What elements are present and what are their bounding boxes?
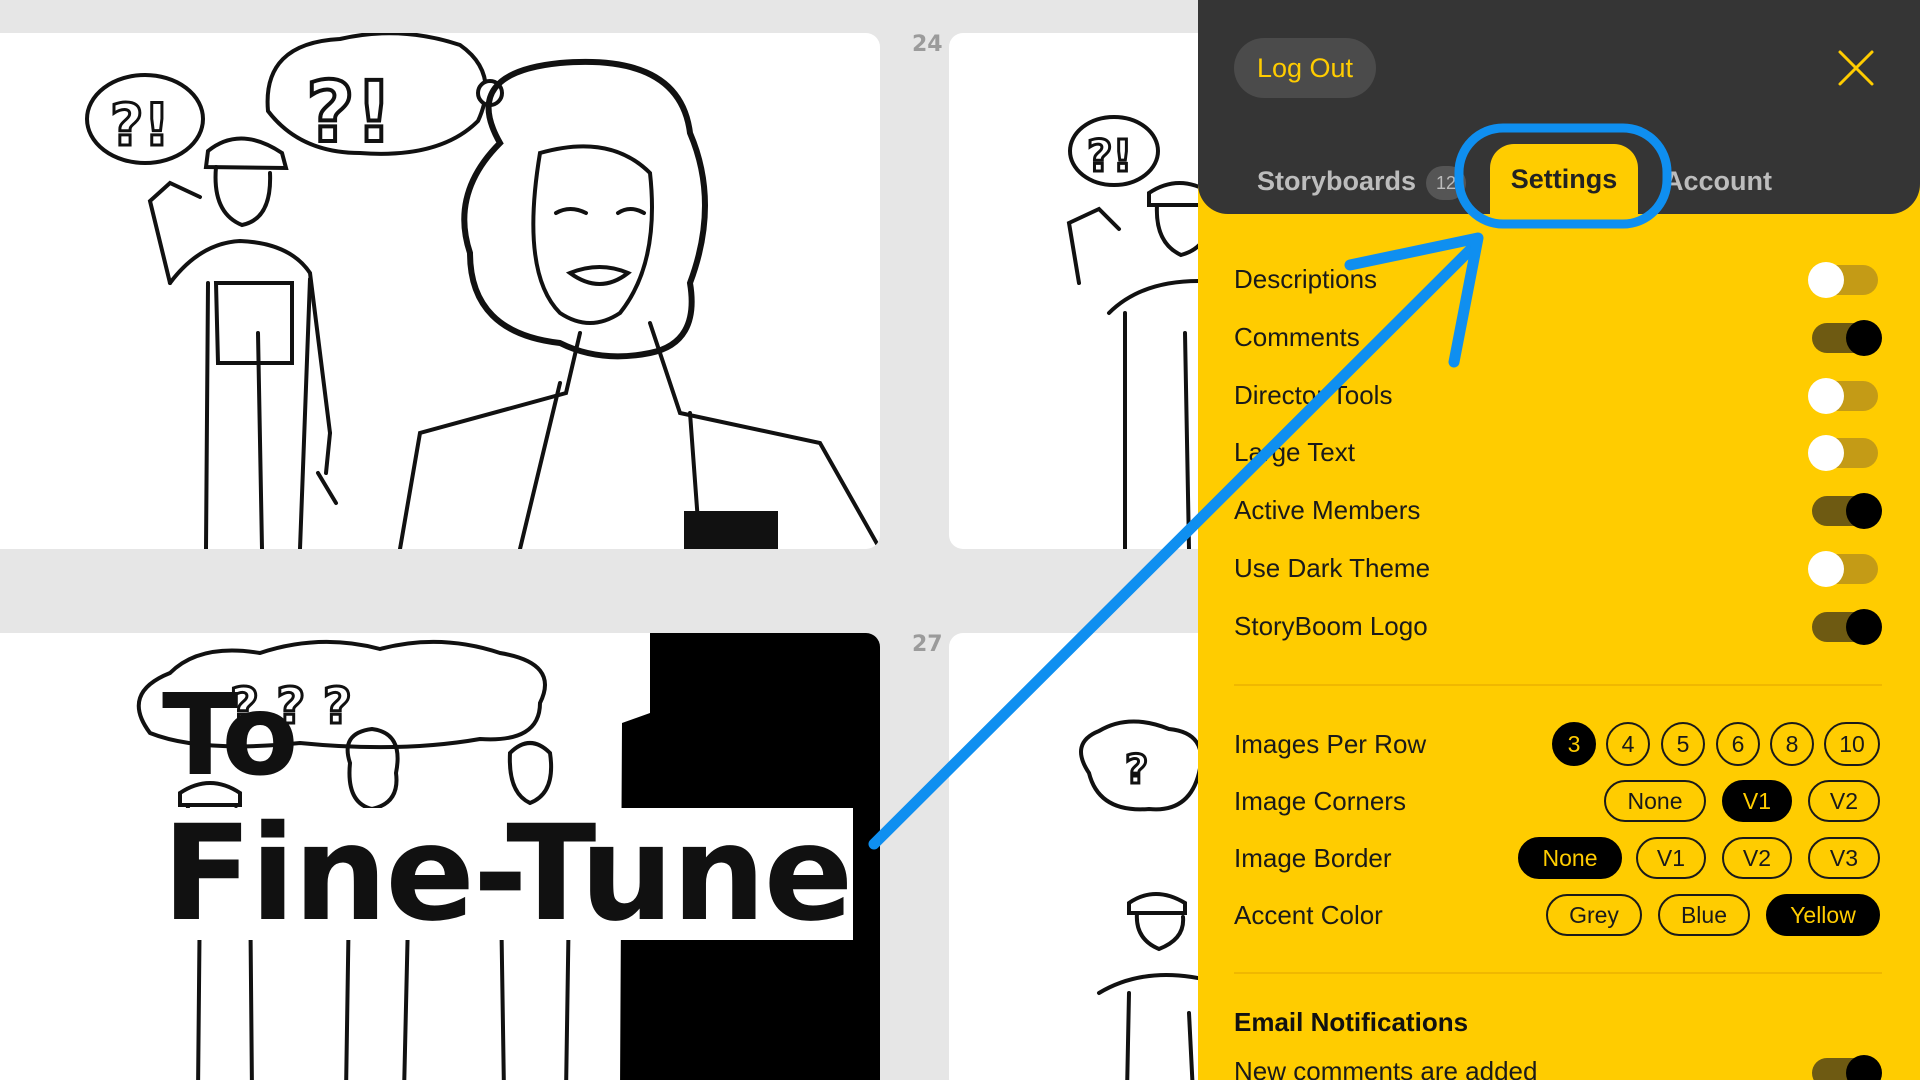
toggle-large-text[interactable]: [1808, 435, 1878, 471]
images-per-row-option-4[interactable]: 4: [1606, 722, 1650, 766]
svg-text:?!: ?!: [110, 91, 170, 159]
toggle-knob: [1808, 551, 1844, 587]
accent-color-option-blue[interactable]: Blue: [1658, 894, 1750, 936]
toggle-descriptions[interactable]: [1808, 262, 1878, 298]
toggle-email-new-comments[interactable]: [1812, 1055, 1882, 1080]
setting-label-descriptions: Descriptions: [1234, 264, 1378, 294]
toggle-dark-theme[interactable]: [1808, 551, 1878, 587]
toggle-knob: [1846, 1055, 1882, 1080]
accent-color-option-yellow[interactable]: Yellow: [1766, 894, 1880, 936]
setting-label-director-tools: Director Tools: [1234, 380, 1393, 410]
settings-panel: Log Out Storyboards 12 Settings Account …: [1198, 0, 1920, 1080]
images-per-row-option-10[interactable]: 10: [1824, 722, 1880, 766]
toggle-knob: [1808, 378, 1844, 414]
toggle-active-members[interactable]: [1812, 493, 1882, 529]
image-corners-label: Image Corners: [1234, 786, 1406, 816]
storyboards-count-badge: 12: [1426, 166, 1466, 200]
images-per-row-option-3[interactable]: 3: [1552, 722, 1596, 766]
accent-color-label: Accent Color: [1234, 900, 1383, 930]
image-corners-option-v2[interactable]: V2: [1808, 780, 1880, 822]
close-icon[interactable]: [1836, 48, 1876, 88]
divider: [1234, 972, 1882, 974]
toggle-knob: [1846, 493, 1882, 529]
tab-account[interactable]: Account: [1664, 166, 1772, 197]
toggle-director-tools[interactable]: [1808, 378, 1878, 414]
storyboard-frame-23[interactable]: ?! ?!: [0, 33, 880, 549]
divider: [1234, 684, 1882, 686]
logout-button[interactable]: Log Out: [1234, 38, 1376, 98]
toggle-storyboom-logo[interactable]: [1812, 609, 1882, 645]
overlay-title-line-1: To: [162, 671, 298, 801]
setting-label-active-members: Active Members: [1234, 495, 1421, 525]
storyboard-frame-24[interactable]: ?!: [949, 33, 1229, 549]
sketch-worker-and-woman: ?! ?!: [85, 33, 880, 549]
images-per-row-label: Images Per Row: [1234, 729, 1427, 759]
toggle-comments[interactable]: [1812, 320, 1882, 356]
image-border-option-v1[interactable]: V1: [1636, 837, 1706, 879]
image-border-option-none[interactable]: None: [1518, 837, 1622, 879]
tab-settings[interactable]: Settings: [1490, 144, 1638, 214]
panel-header: Log Out Storyboards 12 Settings Account: [1198, 0, 1920, 214]
images-per-row-option-8[interactable]: 8: [1770, 722, 1814, 766]
image-border-label: Image Border: [1234, 843, 1392, 873]
accent-color-option-grey[interactable]: Grey: [1546, 894, 1642, 936]
image-border-option-v2[interactable]: V2: [1722, 837, 1792, 879]
image-border-option-v3[interactable]: V3: [1808, 837, 1880, 879]
overlay-title-line-2: Fine-Tune: [160, 797, 853, 951]
email-notifications-heading: Email Notifications: [1234, 1007, 1469, 1037]
tab-storyboards[interactable]: Storyboards: [1257, 166, 1416, 197]
images-per-row-option-5[interactable]: 5: [1661, 722, 1705, 766]
storyboard-grid: ?! ?! 24 ?! ? ? ? 27 ? To Fine-Tune: [0, 0, 1229, 1080]
setting-label-dark-theme: Use Dark Theme: [1234, 553, 1431, 583]
email-setting-label-new-comments: New comments are added: [1234, 1056, 1538, 1080]
image-corners-option-v1[interactable]: V1: [1722, 780, 1792, 822]
toggle-knob: [1846, 609, 1882, 645]
sketch-worker-thinking-partial: ?: [1079, 719, 1221, 1080]
images-per-row-option-6[interactable]: 6: [1716, 722, 1760, 766]
frame-number-24: 24: [912, 32, 943, 57]
setting-label-large-text: Large Text: [1234, 437, 1355, 467]
toggle-knob: [1846, 320, 1882, 356]
sketch-worker-partial: ?!: [1066, 115, 1229, 549]
toggle-knob: [1808, 262, 1844, 298]
svg-text:?: ?: [1125, 747, 1148, 793]
storyboard-frame-27[interactable]: ?: [949, 633, 1229, 1080]
setting-label-comments: Comments: [1234, 322, 1360, 352]
svg-text:?!: ?!: [306, 63, 393, 161]
frame-number-27: 27: [912, 632, 943, 657]
toggle-knob: [1808, 435, 1844, 471]
image-corners-option-none[interactable]: None: [1604, 780, 1706, 822]
setting-label-storyboom-logo: StoryBoom Logo: [1234, 611, 1428, 641]
svg-text:?!: ?!: [1087, 131, 1133, 182]
